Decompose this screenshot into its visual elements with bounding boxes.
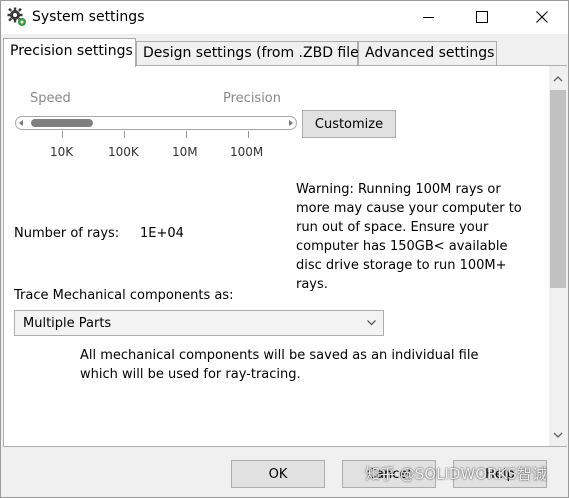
slider-tick-label: 100M bbox=[230, 145, 264, 159]
precision-settings-panel: Speed Precision 10K 100K 10M 100M Custom… bbox=[3, 65, 567, 447]
customize-button[interactable]: Customize bbox=[302, 110, 396, 138]
scroll-down-icon[interactable] bbox=[549, 428, 567, 442]
maximize-icon bbox=[476, 11, 488, 23]
ok-button[interactable]: OK bbox=[231, 460, 325, 488]
scroll-up-icon[interactable] bbox=[549, 72, 567, 86]
slider-tick-label: 100K bbox=[108, 145, 139, 159]
minimize-button[interactable] bbox=[405, 1, 451, 33]
slider-tick bbox=[62, 131, 63, 138]
precision-slider[interactable] bbox=[15, 116, 297, 130]
tab-design-settings[interactable]: Design settings (from .ZBD file) bbox=[136, 41, 364, 66]
system-settings-window: System settings Precision settings Desig… bbox=[0, 0, 569, 498]
close-icon bbox=[536, 11, 548, 23]
vertical-scrollbar[interactable] bbox=[549, 66, 567, 446]
tab-strip: Precision settings Design settings (from… bbox=[1, 38, 568, 67]
watermark-text: 知乎 @SOLIDWORKS智诚 bbox=[365, 465, 547, 483]
chevron-down-icon bbox=[367, 320, 376, 326]
trace-components-select[interactable]: Multiple Parts bbox=[14, 310, 384, 336]
number-of-rays-value: 1E+04 bbox=[140, 226, 184, 241]
window-title: System settings bbox=[32, 9, 145, 25]
slider-tick-label: 10M bbox=[172, 145, 198, 159]
title-bar: System settings bbox=[1, 1, 568, 34]
tab-advanced-settings[interactable]: Advanced settings bbox=[358, 41, 497, 66]
trace-components-value: Multiple Parts bbox=[23, 316, 112, 331]
slider-precision-label: Precision bbox=[223, 91, 282, 106]
trace-components-note: All mechanical components will be saved … bbox=[80, 348, 479, 382]
slider-left-arrow-icon[interactable] bbox=[19, 120, 23, 126]
slider-tick bbox=[124, 131, 125, 138]
storage-warning-text: Warning: Running 100M rays or more may c… bbox=[296, 182, 522, 292]
slider-thumb[interactable] bbox=[31, 119, 93, 127]
gear-icon bbox=[7, 7, 27, 27]
slider-speed-label: Speed bbox=[30, 91, 71, 106]
slider-tick-label: 10K bbox=[50, 145, 74, 159]
number-of-rays-label: Number of rays: bbox=[14, 226, 120, 241]
maximize-button[interactable] bbox=[459, 1, 505, 33]
slider-tick bbox=[186, 131, 187, 138]
minimize-icon bbox=[422, 16, 434, 18]
trace-components-label: Trace Mechanical components as: bbox=[14, 288, 234, 303]
tab-precision-settings[interactable]: Precision settings bbox=[3, 38, 136, 67]
scrollbar-thumb[interactable] bbox=[550, 90, 566, 288]
slider-right-arrow-icon[interactable] bbox=[289, 120, 293, 126]
close-button[interactable] bbox=[519, 1, 565, 33]
slider-tick bbox=[248, 131, 249, 138]
